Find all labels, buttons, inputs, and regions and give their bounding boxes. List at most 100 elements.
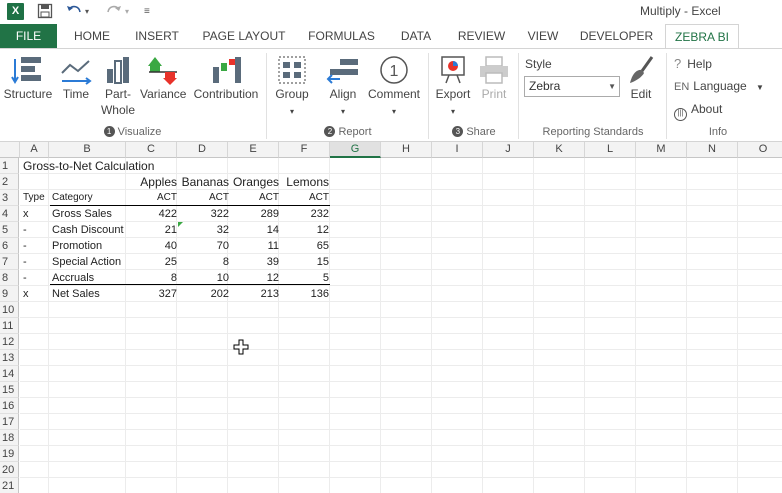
column-header[interactable]: I	[432, 142, 483, 158]
product-header[interactable]: Bananas	[177, 174, 229, 190]
value-cell[interactable]: 21	[128, 222, 177, 238]
product-header[interactable]: Apples	[120, 174, 177, 190]
value-cell[interactable]: 232	[280, 206, 329, 222]
column-header[interactable]: N	[687, 142, 738, 158]
value-cell[interactable]: 5	[280, 270, 329, 286]
value-cell[interactable]: 25	[128, 254, 177, 270]
value-cell[interactable]: 11	[230, 238, 279, 254]
column-header[interactable]: K	[534, 142, 585, 158]
customize-icon[interactable]: ≡	[144, 3, 150, 21]
group-button[interactable]: Group ▾	[272, 55, 312, 119]
column-header[interactable]: F	[279, 142, 330, 158]
row-header[interactable]: 9	[0, 286, 19, 302]
column-header[interactable]: H	[381, 142, 432, 158]
value-cell[interactable]: 422	[128, 206, 177, 222]
column-header[interactable]: G	[330, 142, 381, 158]
comment-button[interactable]: 1 Comment ▾	[366, 55, 422, 119]
value-cell[interactable]: 322	[180, 206, 229, 222]
type-cell[interactable]: -	[23, 238, 27, 254]
type-cell[interactable]: x	[23, 206, 29, 222]
row-header[interactable]: 10	[0, 302, 19, 318]
value-cell[interactable]: 327	[128, 286, 177, 302]
variance-button[interactable]: Variance	[140, 55, 186, 102]
value-cell[interactable]: 136	[280, 286, 329, 302]
value-cell[interactable]: 39	[230, 254, 279, 270]
row-header[interactable]: 12	[0, 334, 19, 350]
scenario-header[interactable]: ACT	[280, 190, 329, 206]
type-cell[interactable]: x	[23, 286, 29, 302]
tab-zebra-bi[interactable]: ZEBRA BI	[665, 24, 739, 49]
row-header[interactable]: 7	[0, 254, 19, 270]
value-cell[interactable]: 8	[180, 254, 229, 270]
print-button[interactable]: Print	[476, 55, 512, 102]
row-header[interactable]: 3	[0, 190, 19, 206]
tab-file[interactable]: FILE	[0, 24, 57, 48]
column-header[interactable]: B	[49, 142, 126, 158]
edit-button[interactable]: Edit	[624, 55, 658, 102]
product-header[interactable]: Oranges	[229, 174, 279, 190]
row-header[interactable]: 17	[0, 414, 19, 430]
row-header[interactable]: 19	[0, 446, 19, 462]
undo-icon[interactable]	[65, 3, 83, 21]
column-header[interactable]: D	[177, 142, 228, 158]
column-header[interactable]: M	[636, 142, 687, 158]
tab-review[interactable]: REVIEW	[453, 24, 510, 48]
category-cell[interactable]: Special Action	[52, 254, 121, 270]
scenario-header[interactable]: ACT	[180, 190, 229, 206]
help-button[interactable]: ? Help	[674, 56, 712, 71]
row-header[interactable]: 15	[0, 382, 19, 398]
contribution-button[interactable]: Contribution	[188, 55, 264, 102]
column-header[interactable]: E	[228, 142, 279, 158]
row-header[interactable]: 11	[0, 318, 19, 334]
row-header[interactable]: 1	[0, 158, 19, 174]
value-cell[interactable]: 70	[180, 238, 229, 254]
tab-insert[interactable]: INSERT	[130, 24, 184, 48]
structure-button[interactable]: Structure	[2, 55, 54, 102]
export-button[interactable]: Export ▾	[432, 55, 474, 119]
row-header[interactable]: 5	[0, 222, 19, 238]
sheet-title[interactable]: Gross-to-Net Calculation	[23, 158, 154, 174]
category-header[interactable]: Category	[52, 190, 93, 206]
time-button[interactable]: Time	[56, 55, 96, 102]
value-cell[interactable]: 12	[230, 270, 279, 286]
category-cell[interactable]: Gross Sales	[52, 206, 112, 222]
value-cell[interactable]: 15	[280, 254, 329, 270]
row-header[interactable]: 21	[0, 478, 19, 493]
scenario-header[interactable]: ACT	[128, 190, 177, 206]
product-header[interactable]: Lemons	[279, 174, 329, 190]
tab-page-layout[interactable]: PAGE LAYOUT	[196, 24, 292, 48]
tab-developer[interactable]: DEVELOPER	[576, 24, 657, 48]
row-header[interactable]: 14	[0, 366, 19, 382]
category-cell[interactable]: Promotion	[52, 238, 102, 254]
value-cell[interactable]: 40	[128, 238, 177, 254]
tab-home[interactable]: HOME	[66, 24, 118, 48]
column-header[interactable]: O	[738, 142, 782, 158]
column-header[interactable]: A	[20, 142, 49, 158]
column-header[interactable]: J	[483, 142, 534, 158]
type-header[interactable]: Type	[23, 190, 45, 206]
select-all-corner[interactable]	[0, 142, 20, 158]
row-header[interactable]: 20	[0, 462, 19, 478]
value-cell[interactable]: 289	[230, 206, 279, 222]
column-header[interactable]: L	[585, 142, 636, 158]
category-cell[interactable]: Accruals	[52, 270, 94, 286]
category-cell[interactable]: Net Sales	[52, 286, 100, 302]
category-cell[interactable]: Cash Discount	[52, 222, 124, 238]
redo-icon[interactable]	[105, 3, 123, 21]
value-cell[interactable]: 65	[280, 238, 329, 254]
tab-data[interactable]: DATA	[391, 24, 441, 48]
part-whole-button[interactable]: Part- Whole	[98, 55, 138, 118]
row-header[interactable]: 8	[0, 270, 19, 286]
tab-view[interactable]: VIEW	[521, 24, 565, 48]
about-button[interactable]: ||| About	[674, 102, 722, 121]
row-header[interactable]: 13	[0, 350, 19, 366]
value-cell[interactable]: 12	[280, 222, 329, 238]
column-header[interactable]: C	[126, 142, 177, 158]
worksheet[interactable]: ABCDEFGHIJKLMNO 1 2 3 4 5 6 7 8 9 10 11 12 13 14 15 16 1…	[0, 142, 782, 493]
align-button[interactable]: Align ▾	[322, 55, 364, 119]
type-cell[interactable]: -	[23, 254, 27, 270]
value-cell[interactable]: 213	[230, 286, 279, 302]
language-button[interactable]: EN Language ▼	[674, 79, 764, 93]
tab-formulas[interactable]: FORMULAS	[303, 24, 380, 48]
undo-dropdown-icon[interactable]: ▾	[85, 3, 89, 21]
